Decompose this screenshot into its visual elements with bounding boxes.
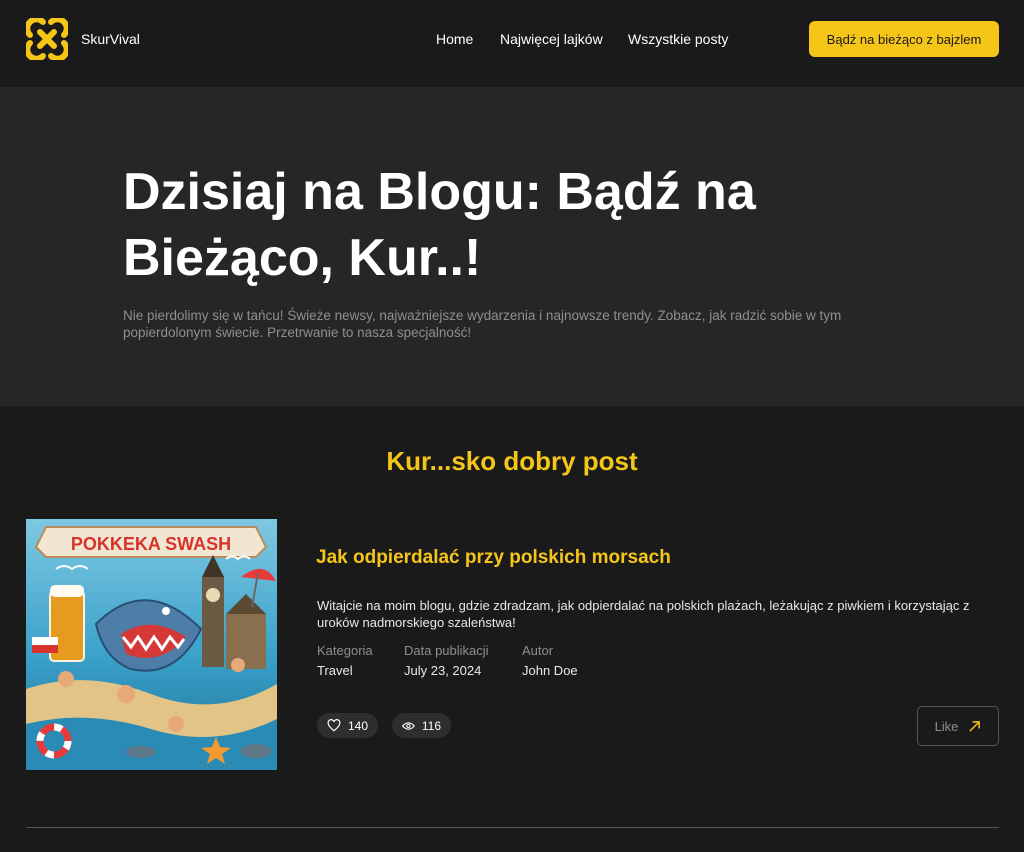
- hero-description-line-2: popierdolonym świecie. Przetrwanie to na…: [123, 325, 472, 340]
- category-value: Travel: [317, 663, 353, 678]
- date-value: July 23, 2024: [404, 663, 482, 678]
- post-image[interactable]: POKKEKA SWASH: [26, 519, 277, 770]
- image-caption: POKKEKA SWASH: [71, 534, 231, 554]
- arrow-up-right-icon: [969, 720, 981, 732]
- post-illustration: POKKEKA SWASH: [26, 519, 277, 770]
- author-label: Autor: [522, 643, 554, 658]
- subscribe-button[interactable]: Bądź na bieżąco z bajzlem: [809, 21, 999, 57]
- hero-section: Dzisiaj na Blogu: Bądź na Bieżąco, Kur..…: [0, 87, 1024, 406]
- brand-name[interactable]: SkurVival: [81, 31, 140, 47]
- hero-title: Dzisiaj na Blogu: Bądź na Bieżąco, Kur..…: [123, 159, 823, 291]
- section-divider: [26, 827, 999, 828]
- logo-icon[interactable]: [26, 18, 68, 60]
- hero-description: Nie pierdolimy się w tańcu! Świeże newsy…: [123, 307, 883, 341]
- like-button[interactable]: Like: [917, 706, 999, 746]
- hero-description-line-1: Nie pierdolimy się w tańcu! Świeże newsy…: [123, 308, 842, 323]
- views-count: 116: [421, 718, 441, 733]
- eye-icon: [402, 721, 415, 730]
- heart-icon: [327, 719, 341, 732]
- views-count-badge: 116: [392, 713, 451, 738]
- author-value: John Doe: [522, 663, 578, 678]
- nav-most-liked[interactable]: Najwięcej lajków: [500, 31, 603, 47]
- like-button-label: Like: [934, 718, 959, 734]
- category-label: Kategoria: [317, 643, 373, 658]
- site-header: SkurVival Home Najwięcej lajków Wszystki…: [0, 0, 1024, 87]
- section-title: Kur...sko dobry post: [386, 446, 638, 476]
- likes-count-badge: 140: [317, 713, 378, 738]
- nav-home[interactable]: Home: [436, 31, 473, 47]
- nav-all-posts[interactable]: Wszystkie posty: [628, 31, 728, 47]
- hero-title-line-2: Bieżąco, Kur..!: [123, 229, 482, 287]
- post-excerpt: Witajcie na moim blogu, gdzie zdradzam, …: [317, 598, 970, 630]
- hero-title-line-1: Dzisiaj na Blogu: Bądź na: [123, 163, 756, 221]
- likes-count: 140: [347, 718, 368, 733]
- post-title[interactable]: Jak odpierdalać przy polskich morsach: [316, 547, 671, 569]
- date-label: Data publikacji: [404, 643, 489, 658]
